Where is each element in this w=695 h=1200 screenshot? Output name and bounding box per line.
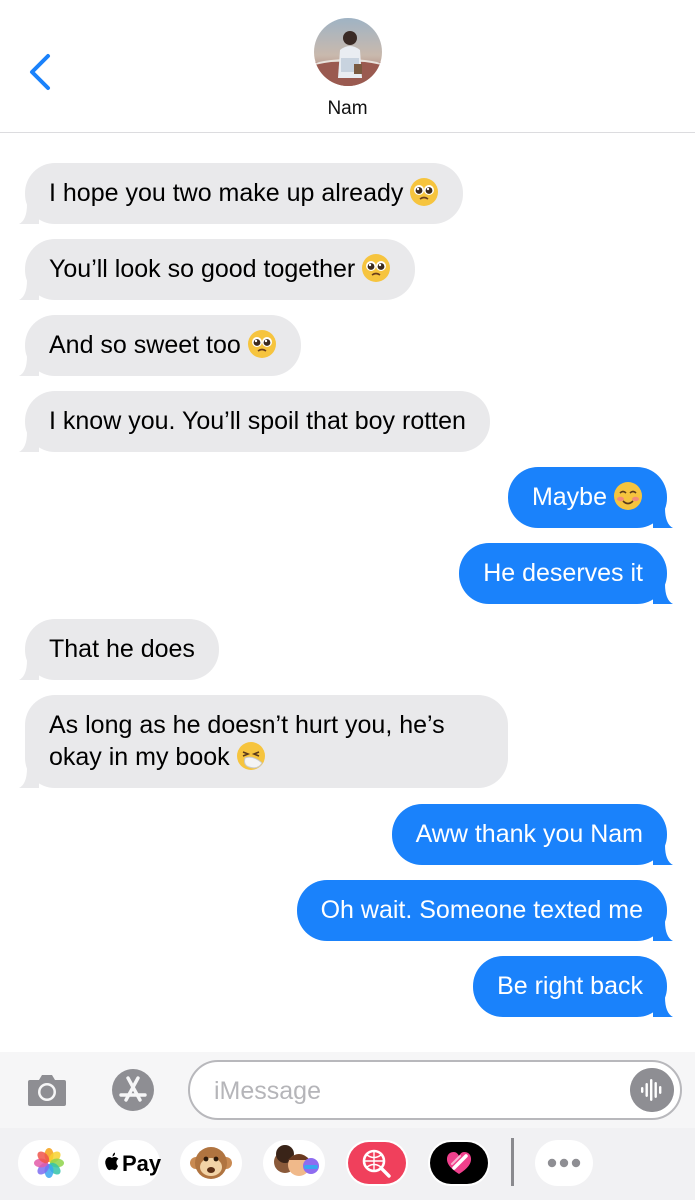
more-ellipsis-icon (547, 1158, 581, 1168)
camera-icon[interactable] (26, 1070, 68, 1110)
bubble-tail (19, 280, 39, 300)
outgoing-message-bubble[interactable]: Aww thank you Nam (391, 804, 673, 865)
composer-bar (0, 1052, 695, 1128)
incoming-message-bubble[interactable]: I hope you two make up already (19, 163, 464, 224)
apple-pay-label: Pay (122, 1151, 162, 1176)
drawer-divider (511, 1138, 514, 1186)
incoming-message-bubble[interactable]: As long as he doesn’t hurt you, he’s oka… (19, 695, 508, 788)
image-search-button[interactable] (346, 1140, 408, 1186)
pleading-face-emoji-icon (362, 254, 391, 283)
message-text: I hope you two make up already (49, 179, 404, 207)
bubble-tail (19, 768, 39, 788)
bubble-tail (19, 356, 39, 376)
conversation-header: Nam (0, 0, 695, 133)
photos-app-button[interactable] (18, 1140, 80, 1186)
animoji-button[interactable] (180, 1140, 242, 1186)
back-chevron-icon[interactable] (24, 52, 58, 92)
more-apps-button[interactable] (535, 1140, 593, 1186)
message-text: And so sweet too (49, 331, 241, 359)
bubble-tail (653, 997, 673, 1017)
apple-pay-button[interactable]: Pay (98, 1140, 162, 1186)
contact-avatar[interactable] (314, 18, 382, 86)
bubble-tail (653, 584, 673, 604)
outgoing-message-bubble[interactable]: Maybe (507, 467, 673, 528)
message-text: I know you. You’ll spoil that boy rotten (49, 407, 466, 435)
bubble-tail (19, 204, 39, 224)
smiling-face-emoji-icon (614, 482, 642, 511)
bubble-tail (19, 432, 39, 452)
message-text: Oh wait. Someone texted me (320, 896, 643, 924)
message-text: You’ll look so good together (49, 255, 356, 283)
contact-name[interactable]: Nam (0, 98, 695, 120)
heart-touch-icon (430, 1142, 488, 1184)
pleading-face-emoji-icon (410, 178, 439, 207)
bubble-tail (653, 508, 673, 528)
imessage-input[interactable] (214, 1074, 614, 1108)
bubble-tail (19, 660, 39, 680)
audio-waveform-icon[interactable] (630, 1068, 674, 1112)
incoming-message-bubble[interactable]: I know you. You’ll spoil that boy rotten (19, 391, 490, 452)
message-text: That he does (49, 635, 195, 663)
message-text: Maybe (531, 483, 607, 511)
memoji-stickers-button[interactable] (263, 1140, 325, 1186)
sneezing-face-emoji-icon (236, 742, 265, 771)
outgoing-message-bubble[interactable]: Oh wait. Someone texted me (296, 880, 673, 941)
outgoing-message-bubble[interactable]: He deserves it (459, 543, 673, 604)
memoji-icon (274, 1145, 319, 1176)
outgoing-message-bubble[interactable]: Be right back (473, 956, 673, 1017)
message-text: He deserves it (483, 559, 643, 587)
app-store-icon[interactable] (106, 1068, 160, 1112)
apple-logo-icon (105, 1152, 119, 1171)
message-text: Be right back (497, 972, 643, 1000)
bubble-tail (653, 921, 673, 941)
message-field[interactable] (188, 1060, 682, 1120)
app-drawer: Pay (0, 1128, 695, 1200)
photos-flower-icon (34, 1148, 64, 1178)
message-text: Aww thank you Nam (415, 820, 643, 848)
digital-touch-button[interactable] (428, 1140, 490, 1186)
incoming-message-bubble[interactable]: And so sweet too (19, 315, 301, 376)
monkey-icon (190, 1147, 232, 1179)
incoming-message-bubble[interactable]: You’ll look so good together (19, 239, 416, 300)
incoming-message-bubble[interactable]: That he does (19, 619, 219, 680)
globe-search-icon (348, 1142, 406, 1184)
pleading-face-emoji-icon (247, 330, 276, 359)
bubble-tail (653, 845, 673, 865)
